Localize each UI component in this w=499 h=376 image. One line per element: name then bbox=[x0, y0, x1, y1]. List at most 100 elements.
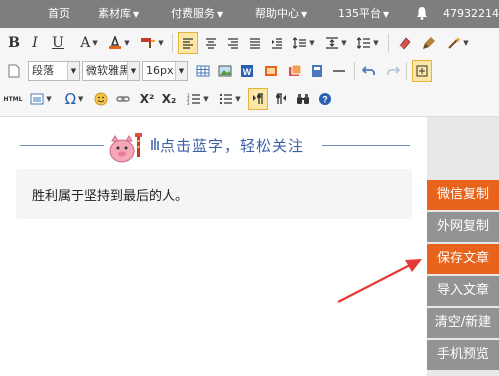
link-button[interactable] bbox=[114, 88, 132, 110]
eraser-button[interactable] bbox=[396, 32, 414, 54]
toolbar-divider bbox=[388, 34, 389, 52]
toolbar-row-2: 段落 ▼ 微软雅黑 ▼ 16px ▼ W bbox=[0, 58, 499, 84]
fullscreen-icon bbox=[416, 65, 428, 77]
font-size-select[interactable]: 16px ▼ bbox=[142, 61, 188, 81]
follow-banner-text: 点击蓝字，轻松关注 bbox=[160, 137, 305, 155]
background-color-button[interactable]: ▼ bbox=[106, 32, 132, 54]
chevron-down-icon: ▼ bbox=[217, 10, 224, 19]
nav-help-center[interactable]: 帮助中心 ▼ bbox=[255, 0, 307, 28]
paragraph-select[interactable]: 段落 ▼ bbox=[28, 61, 80, 81]
search-replace-button[interactable] bbox=[294, 88, 312, 110]
bell-icon[interactable] bbox=[416, 6, 428, 20]
ordered-list-button[interactable]: 1 2 3 ▼ bbox=[184, 88, 212, 110]
paragraph-spacing-button[interactable]: ▼ bbox=[322, 32, 350, 54]
banner-divider-right bbox=[322, 145, 410, 146]
bold-button[interactable]: B bbox=[6, 32, 22, 54]
eraser-icon bbox=[399, 37, 411, 50]
insert-template-button[interactable] bbox=[308, 60, 326, 82]
chevron-down-icon: ▼ bbox=[46, 95, 52, 103]
insert-table-button[interactable] bbox=[194, 60, 212, 82]
wechat-copy-button[interactable]: 微信复制 bbox=[427, 180, 499, 210]
list-spacing-icon bbox=[357, 37, 371, 49]
undo-button[interactable] bbox=[360, 60, 378, 82]
format-painter-button[interactable]: ▼ bbox=[138, 32, 166, 54]
html-source-button[interactable]: HTML bbox=[4, 88, 23, 110]
external-copy-button[interactable]: 外网复制 bbox=[427, 212, 499, 242]
document-icon bbox=[8, 64, 20, 78]
insert-media-button[interactable] bbox=[262, 60, 280, 82]
new-document-button[interactable] bbox=[6, 60, 22, 82]
ltr-paragraph-button[interactable] bbox=[248, 88, 268, 110]
insert-word-button[interactable]: W bbox=[238, 60, 256, 82]
align-right-button[interactable] bbox=[224, 32, 242, 54]
nav-help-center-label: 帮助中心 bbox=[255, 7, 299, 20]
smiley-icon bbox=[94, 92, 108, 106]
chevron-down-icon: ▼ bbox=[124, 39, 130, 47]
quote-block[interactable]: 胜利属于坚持到最后的人。 bbox=[16, 169, 412, 219]
list-spacing-button[interactable]: ▼ bbox=[354, 32, 382, 54]
nav-paid-services-label: 付费服务 bbox=[171, 7, 215, 20]
unordered-list-button[interactable]: ▼ bbox=[216, 88, 244, 110]
paragraph-select-value: 段落 bbox=[32, 64, 54, 77]
ordered-list-icon: 123 bbox=[187, 93, 201, 105]
svg-text:W: W bbox=[243, 67, 252, 77]
horizontal-rule-button[interactable] bbox=[330, 60, 348, 82]
chevron-down-icon: ▼ bbox=[341, 39, 347, 47]
help-button[interactable]: ? bbox=[316, 88, 334, 110]
background-color-icon bbox=[109, 36, 122, 49]
nav-135-platform[interactable]: 135平台 ▼ bbox=[338, 0, 389, 28]
align-right-icon bbox=[228, 38, 238, 49]
indent-button[interactable] bbox=[268, 32, 286, 54]
chevron-down-icon: ▼ bbox=[175, 62, 187, 80]
align-center-icon bbox=[206, 38, 216, 49]
align-left-button[interactable] bbox=[178, 32, 198, 54]
insert-gallery-button[interactable] bbox=[286, 60, 304, 82]
word-icon: W bbox=[241, 65, 253, 77]
font-color-button[interactable]: A ▼ bbox=[76, 32, 102, 54]
mobile-preview-button[interactable]: 手机预览 bbox=[427, 340, 499, 370]
phone-number: 47932214 bbox=[443, 7, 499, 20]
editor-toolbar: B I U A ▼ ▼ ▼ ▼ ▼ ▼ ▼ 段落 ▼ 微软雅黑 ▼ 16px ▼ W bbox=[0, 28, 499, 117]
indent-icon bbox=[272, 38, 282, 49]
paragraph-ltr-icon bbox=[253, 93, 263, 104]
fullscreen-button[interactable] bbox=[412, 60, 432, 82]
subscript-button[interactable]: X₂ bbox=[160, 88, 178, 110]
rtl-paragraph-button[interactable] bbox=[272, 88, 290, 110]
unordered-list-icon bbox=[220, 93, 233, 105]
align-center-button[interactable] bbox=[202, 32, 220, 54]
toolbar-row-3: HTML ▼ Ω ▼ X² X₂ 1 2 3 ▼ ▼ ? bbox=[0, 86, 499, 112]
brush-button[interactable] bbox=[420, 32, 438, 54]
align-justify-icon bbox=[250, 38, 260, 49]
magic-wand-button[interactable]: ▼ bbox=[444, 32, 472, 54]
superscript-button[interactable]: X² bbox=[138, 88, 156, 110]
omega-icon: Ω bbox=[64, 90, 77, 108]
nav-paid-services[interactable]: 付费服务 ▼ bbox=[171, 0, 223, 28]
paragraph-rtl-icon bbox=[276, 93, 286, 104]
line-height-button[interactable]: ▼ bbox=[290, 32, 318, 54]
toolbar-divider bbox=[172, 34, 173, 52]
insert-emoji-frame-button[interactable]: ▼ bbox=[28, 88, 54, 110]
align-justify-button[interactable] bbox=[246, 32, 264, 54]
horizontal-rule-icon bbox=[333, 70, 345, 72]
table-icon bbox=[196, 65, 210, 77]
nav-materials[interactable]: 素材库 ▼ bbox=[98, 0, 139, 28]
nav-home[interactable]: 首页 bbox=[48, 0, 70, 28]
save-article-button[interactable]: 保存文章 bbox=[427, 244, 499, 274]
underline-button[interactable]: U bbox=[50, 32, 66, 54]
special-char-button[interactable]: Ω ▼ bbox=[60, 88, 88, 110]
emoji-button[interactable] bbox=[92, 88, 110, 110]
top-nav: 首页 素材库 ▼ 付费服务 ▼ 帮助中心 ▼ 135平台 ▼ 47932214 bbox=[0, 0, 499, 28]
font-color-icon: A bbox=[80, 35, 91, 51]
editor-content[interactable]: 点击蓝字，轻松关注 胜利属于坚持到最后的人。 bbox=[0, 117, 427, 376]
pointing-hand-icon bbox=[151, 138, 159, 150]
help-icon: ? bbox=[319, 93, 331, 105]
gallery-icon bbox=[289, 64, 302, 76]
redo-button[interactable] bbox=[384, 60, 402, 82]
font-family-select[interactable]: 微软雅黑 ▼ bbox=[82, 61, 140, 81]
chevron-down-icon: ▼ bbox=[127, 62, 139, 80]
italic-button[interactable]: I bbox=[28, 32, 42, 54]
chevron-down-icon: ▼ bbox=[78, 95, 84, 103]
clear-new-button[interactable]: 清空/新建 bbox=[427, 308, 499, 338]
import-article-button[interactable]: 导入文章 bbox=[427, 276, 499, 306]
insert-image-button[interactable] bbox=[216, 60, 234, 82]
